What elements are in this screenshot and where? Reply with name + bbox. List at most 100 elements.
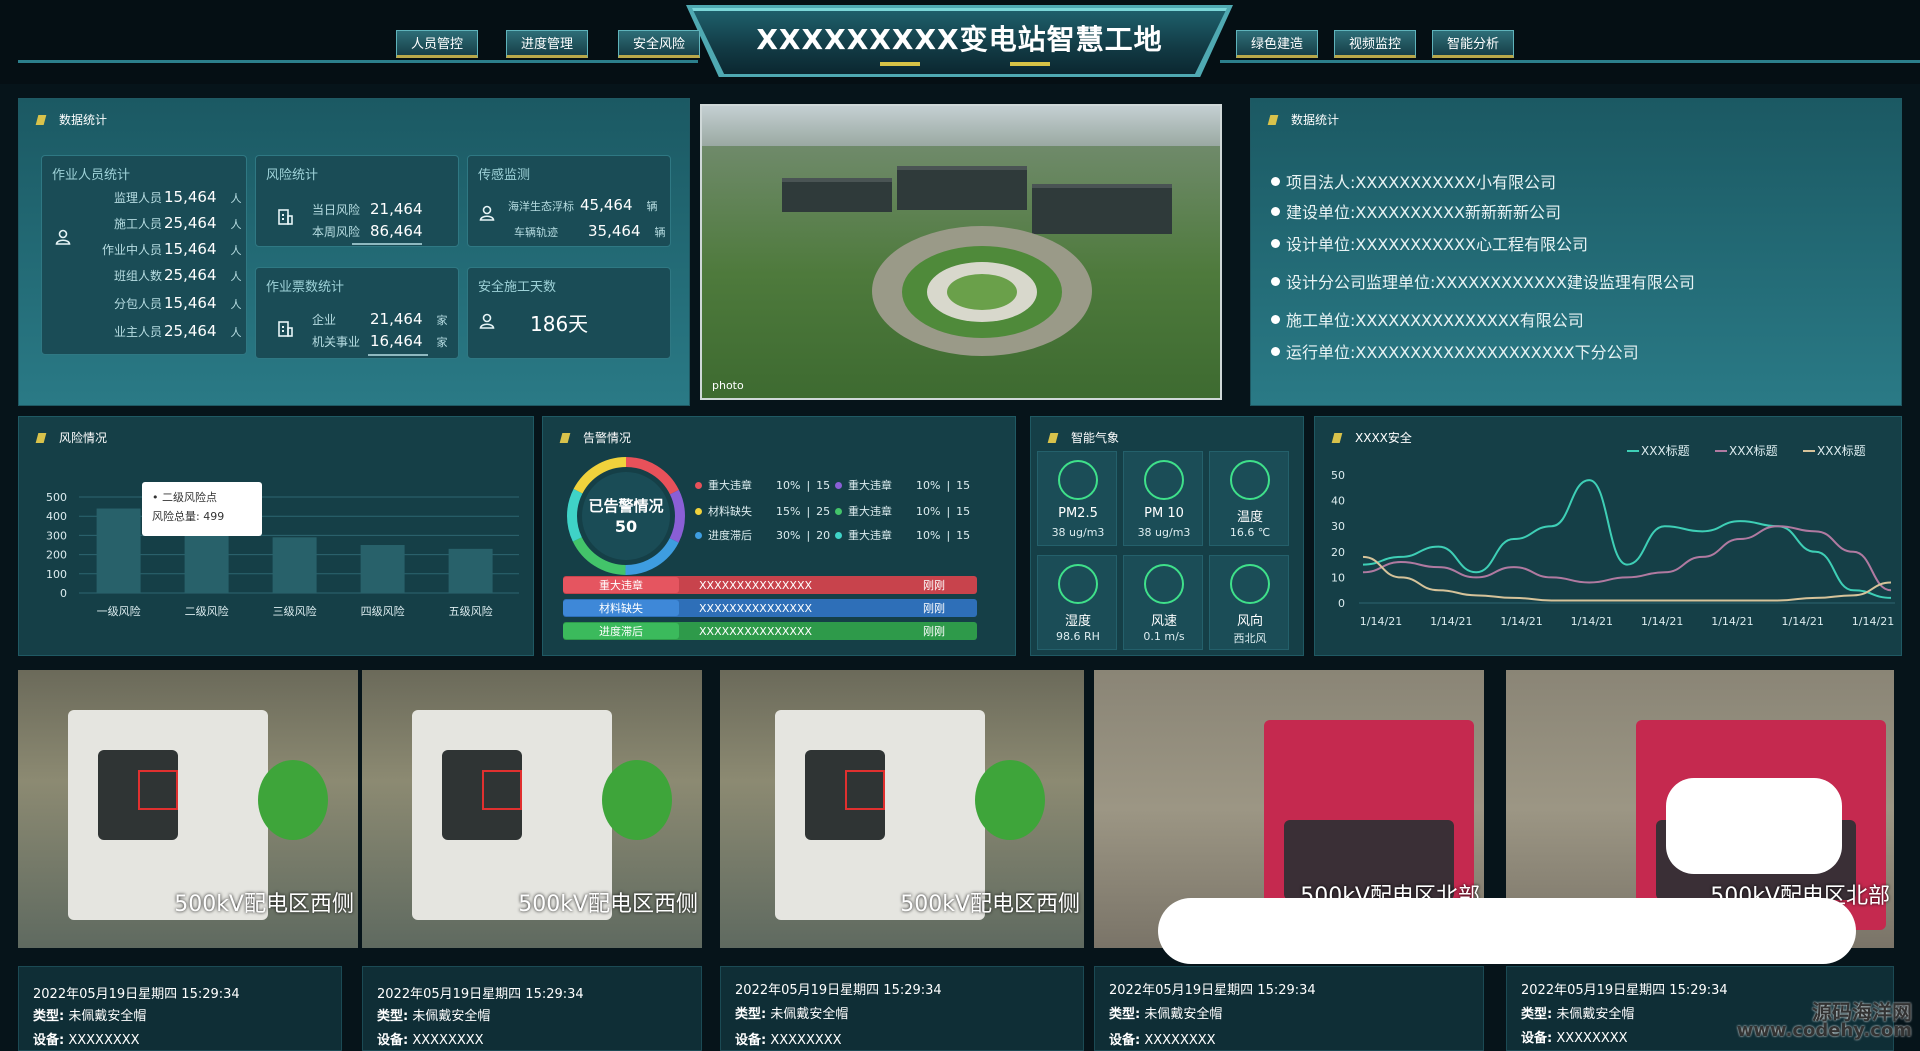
risk-stat-label: 本周风险	[312, 225, 361, 239]
weather-value: 38 ug/m3	[1051, 526, 1105, 539]
legend-count: 15	[816, 478, 831, 492]
camera-device: XXXXXXXX	[1144, 1033, 1216, 1048]
weather-value: 0.1 m/s	[1143, 630, 1185, 643]
camera-info-2: 2022年05月19日星期四 15:29:34 类型: 未佩戴安全帽 设备: X…	[362, 966, 702, 1051]
camera-feed-3[interactable]: 500kV配电区西侧	[720, 670, 1084, 948]
x-tick-label: 二级风险	[185, 604, 229, 618]
ticket-stat-value: 21,464	[370, 310, 423, 328]
ticket-stat-label: 机关事业	[312, 335, 361, 349]
legend-name: 重大违章	[848, 505, 892, 518]
nav-video-monitor-button[interactable]: 视频监控	[1334, 30, 1417, 58]
camera-feed-1[interactable]: 500kV配电区西侧	[18, 670, 358, 948]
safety-line-chart: 0 10 20 30 40 50 1/14/21 1/14/21 1/14/21 1/14/21 1…	[1331, 444, 1895, 628]
risk-stat-row: 当日风险 21,464	[312, 200, 423, 218]
x-tick-label: 1/14/21	[1430, 615, 1472, 628]
weather-value: 38 ug/m3	[1137, 526, 1191, 539]
alarm-legend-item: 进度滞后 30% | 20	[695, 527, 830, 543]
weather-panel: 智能气象 PM2.5 38 ug/m3 PM 10 38 ug/m3 温度 16.6 …	[1030, 416, 1304, 656]
weather-value: 98.6 RH	[1056, 630, 1100, 643]
corner-watermark-url: www.codehy.com	[1736, 1020, 1912, 1041]
safe-days-value: 186天	[530, 312, 589, 336]
alarm-row-label: 进度滞后	[563, 623, 679, 639]
info-item-text: 项目法人:XXXXXXXXXXX小有限公司	[1286, 173, 1556, 192]
site-aerial-photo: photo	[700, 104, 1222, 400]
camera-time: 2022年05月19日星期四 15:29:34	[1109, 983, 1316, 998]
tooltip-name: 二级风险点	[162, 491, 217, 504]
bullet-icon	[1271, 238, 1280, 248]
camera-device: XXXXXXXX	[412, 1033, 484, 1048]
gauge-ring-icon	[1058, 460, 1098, 500]
nav-personnel-button[interactable]: 人员管控	[396, 30, 479, 58]
camera-device-label: 设备:	[1109, 1033, 1141, 1048]
risk-stat-row: 本周风险 86,464	[312, 222, 423, 240]
x-tick-label: 1/14/21	[1782, 615, 1824, 628]
worker-row-value: 15,464	[164, 240, 217, 258]
legend-pct: 10%	[916, 504, 941, 518]
stats-panel: 数据统计 作业人员统计 监理人员 15,464 人 施工人员 25,464 人 作业中人…	[18, 98, 690, 406]
legend-dot	[835, 507, 842, 515]
alarm-row-violation[interactable]: 重大违章 XXXXXXXXXXXXXXX 刚刚	[563, 576, 977, 594]
weather-name: PM 10	[1144, 506, 1184, 521]
header-divider-right	[1220, 60, 1920, 63]
header-bar: XXXXXXXXX变电站智慧工地 人员管控 进度管理 安全风险 绿色建造 视频监…	[0, 0, 1920, 84]
info-item-text: 设计分公司监理单位:XXXXXXXXXXXX建设监理有限公司	[1286, 273, 1695, 292]
nav-smart-analysis-button[interactable]: 智能分析	[1432, 30, 1515, 58]
worker-row: 监理人员 15,464 人	[82, 188, 242, 206]
legend-name: 重大违章	[708, 479, 752, 492]
worker-row-unit: 人	[230, 244, 242, 257]
worker-row: 业主人员 25,464 人	[82, 322, 242, 340]
camera-device-label: 设备:	[377, 1033, 409, 1048]
header-divider-left	[18, 60, 698, 63]
bullet-icon	[1271, 346, 1280, 356]
camera-device: XXXXXXXX	[770, 1033, 842, 1048]
alarm-row-delay[interactable]: 进度滞后 XXXXXXXXXXXXXXX 刚刚	[563, 622, 977, 640]
worker-row-label: 作业中人员	[101, 243, 162, 257]
sensor-card: 传感监测 海洋生态浮标 45,464 辆 车辆轨迹 35,464 辆	[467, 155, 671, 247]
x-tick-label: 1/14/21	[1641, 615, 1683, 628]
nav-green-build-button[interactable]: 绿色建造	[1236, 30, 1319, 58]
alarm-legend-item: 重大违章 10% | 15	[835, 503, 970, 519]
legend-label: XXX标题	[1817, 444, 1866, 458]
bar	[96, 508, 141, 593]
y-tick-label: 10	[1331, 571, 1345, 584]
gauge-ring-icon	[1058, 564, 1098, 604]
alarm-donut-chart	[567, 457, 685, 575]
info-item: 运行单位:XXXXXXXXXXXXXXXXXXXX下分公司	[1271, 339, 1639, 363]
camera-info-3: 2022年05月19日星期四 15:29:34 类型: 未佩戴安全帽 设备: X…	[720, 966, 1084, 1051]
worker-row-unit: 人	[230, 192, 242, 205]
camera-time: 2022年05月19日星期四 15:29:34	[33, 987, 240, 1002]
sensor-stat-value: 45,464	[580, 196, 633, 214]
camera-feed-2[interactable]: 500kV配电区西侧	[362, 670, 702, 948]
nav-progress-button[interactable]: 进度管理	[506, 30, 589, 58]
y-tick-label: 40	[1331, 495, 1345, 508]
alarm-row-material[interactable]: 材料缺失 XXXXXXXXXXXXXXX 刚刚	[563, 599, 977, 617]
x-tick-label: 1/14/21	[1500, 615, 1542, 628]
bullet-icon	[1271, 314, 1280, 324]
camera-time: 2022年05月19日星期四 15:29:34	[735, 983, 942, 998]
nav-safety-risk-button[interactable]: 安全风险	[618, 30, 701, 58]
camera-type: 未佩戴安全帽	[412, 1009, 491, 1024]
alarm-panel-title-text: 告警情况	[583, 431, 632, 445]
tag-icon	[559, 432, 571, 443]
legend-dot	[695, 481, 702, 489]
safety-line-panel: XXXX安全 0 10 20 30 40 50 1/14/21 1/14/21 1/14/21 1…	[1314, 416, 1902, 656]
bar	[448, 548, 493, 593]
building-icon	[276, 320, 294, 338]
tag-icon	[35, 114, 47, 125]
alarm-panel-title: 告警情况	[559, 429, 632, 446]
worker-row-value: 25,464	[164, 266, 217, 284]
camera-type: 未佩戴安全帽	[770, 1007, 849, 1022]
alarm-legend-item: 重大违章 10% | 15	[835, 477, 970, 493]
camera-device-label: 设备:	[735, 1033, 767, 1048]
legend-count: 15	[956, 504, 971, 518]
risk-stats-card: 风险统计 当日风险 21,464 本周风险 86,464	[255, 155, 459, 247]
weather-card-pm10: PM 10 38 ug/m3	[1123, 451, 1203, 546]
worker-row-label: 分包人员	[113, 297, 162, 311]
donut-center-fill	[582, 472, 670, 560]
camera-type-label: 类型:	[1109, 1007, 1141, 1022]
stats-panel-title-text: 数据统计	[59, 113, 108, 127]
donut-value: 50	[614, 517, 638, 536]
y-tick-label: 100	[46, 568, 67, 581]
photo-building	[782, 178, 892, 212]
weather-panel-title-text: 智能气象	[1071, 431, 1120, 445]
